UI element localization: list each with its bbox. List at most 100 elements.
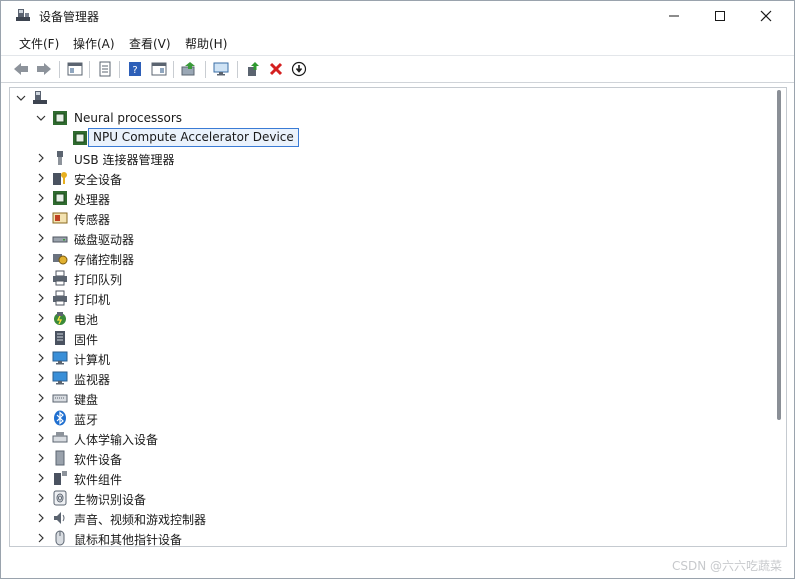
tree-category-mice[interactable]: 鼠标和其他指针设备 [10,528,770,546]
minimize-icon [669,15,679,17]
update-driver-button[interactable] [179,59,199,79]
disable-device-icon [291,61,307,77]
svg-text:?: ? [132,65,137,76]
chevron-right-icon[interactable] [36,392,46,404]
processor-icon [53,191,67,205]
chevron-right-icon[interactable] [36,272,46,284]
maximize-button[interactable] [697,1,743,31]
device-manager-window: 设备管理器 文件(F) 操作(A) 查看(V) 帮助(H) ? Neural p… [0,0,795,579]
tree-category-batteries[interactable]: 电池 [10,308,770,328]
menu-action[interactable]: 操作(A) [73,35,115,52]
enable-device-button[interactable] [243,59,263,79]
chevron-right-icon[interactable] [36,532,46,544]
tree-item-label: 固件 [74,333,99,347]
window-title: 设备管理器 [39,10,100,24]
tree-category-neural-processors[interactable]: Neural processors [10,108,770,128]
action-pane-icon [151,62,167,76]
update-driver-icon [181,62,195,76]
close-button[interactable] [743,1,789,31]
chevron-right-icon[interactable] [36,232,46,244]
chevron-right-icon[interactable] [36,292,46,304]
chevron-right-icon[interactable] [36,332,46,344]
tree-item-label: 磁盘驱动器 [74,233,135,247]
chevron-right-icon[interactable] [36,152,46,164]
tree-category-keyboards[interactable]: 键盘 [10,388,770,408]
chevron-right-icon[interactable] [36,472,46,484]
tree-category-software-devices[interactable]: 软件设备 [10,448,770,468]
tree-category-usb-connector-manager[interactable]: USB 连接器管理器 [10,148,770,168]
tree-item-label: 打印机 [74,293,111,307]
back-icon [14,63,28,75]
tree-item-label: 处理器 [74,193,111,207]
menu-file[interactable]: 文件(F) [19,35,59,52]
chevron-right-icon[interactable] [36,512,46,524]
tree-category-sensors[interactable]: 传感器 [10,208,770,228]
sensor-icon [52,212,68,224]
forward-icon [37,63,51,75]
chevron-right-icon[interactable] [36,192,46,204]
scrollbar-thumb[interactable] [777,90,781,420]
chevron-right-icon[interactable] [36,492,46,504]
properties-button[interactable] [95,59,115,79]
menu-view[interactable]: 查看(V) [129,35,171,52]
tree-item-label: USB 连接器管理器 [74,153,175,167]
tree-category-hid[interactable]: 人体学输入设备 [10,428,770,448]
tree-category-sound-video-game[interactable]: 声音、视频和游戏控制器 [10,508,770,528]
toolbar: ? [1,55,794,83]
chevron-right-icon[interactable] [36,412,46,424]
tree-item-label: 打印队列 [74,273,123,287]
chevron-right-icon[interactable] [36,372,46,384]
tree-item-label: 传感器 [74,213,111,227]
computer-icon [52,351,68,365]
chevron-right-icon[interactable] [36,452,46,464]
forward-button[interactable] [34,59,54,79]
action-pane-button[interactable] [149,59,169,79]
monitor-icon [52,371,68,385]
tree-category-biometric[interactable]: 生物识别设备 [10,488,770,508]
chevron-right-icon[interactable] [36,252,46,264]
properties-icon [99,61,111,77]
toolbar-separator [119,61,120,78]
chevron-right-icon[interactable] [36,312,46,324]
vertical-scrollbar[interactable] [774,90,784,545]
hid-icon [52,432,68,443]
help-button[interactable]: ? [125,59,145,79]
tree-category-processors[interactable]: 处理器 [10,188,770,208]
tree-category-printers[interactable]: 打印机 [10,288,770,308]
tree-category-disk-drives[interactable]: 磁盘驱动器 [10,228,770,248]
chevron-right-icon[interactable] [36,212,46,224]
chevron-right-icon[interactable] [36,432,46,444]
computer-root-icon [33,91,47,104]
security-key-icon [53,172,67,185]
menu-help[interactable]: 帮助(H) [185,35,227,52]
tree-category-print-queues[interactable]: 打印队列 [10,268,770,288]
tree-category-storage-controllers[interactable]: 存储控制器 [10,248,770,268]
chevron-right-icon[interactable] [36,172,46,184]
tree-category-bluetooth[interactable]: 蓝牙 [10,408,770,428]
device-manager-icon [16,9,30,21]
tree-category-security-devices[interactable]: 安全设备 [10,168,770,188]
back-button[interactable] [11,59,31,79]
tree-item-label: 软件组件 [74,473,123,487]
tree-root[interactable] [10,88,770,108]
tree-category-monitors[interactable]: 监视器 [10,368,770,388]
tree-device-npu[interactable]: NPU Compute Accelerator Device [10,128,770,148]
keyboard-icon [52,394,68,403]
tree-item-label: 安全设备 [74,173,123,187]
maximize-icon [715,11,725,21]
tree-category-firmware[interactable]: 固件 [10,328,770,348]
chevron-right-icon[interactable] [36,352,46,364]
tree-category-software-components[interactable]: 软件组件 [10,468,770,488]
console-tree-button[interactable] [65,59,85,79]
help-icon: ? [129,62,141,76]
chevron-down-icon[interactable] [36,112,46,124]
scan-hardware-button[interactable] [211,59,231,79]
minimize-button[interactable] [651,1,697,31]
title-bar: 设备管理器 [1,1,794,31]
firmware-icon [55,331,65,345]
disable-device-button[interactable] [289,59,309,79]
uninstall-device-button[interactable] [266,59,286,79]
chevron-down-icon[interactable] [16,92,26,104]
tree-category-computer[interactable]: 计算机 [10,348,770,368]
mouse-icon [55,530,65,546]
